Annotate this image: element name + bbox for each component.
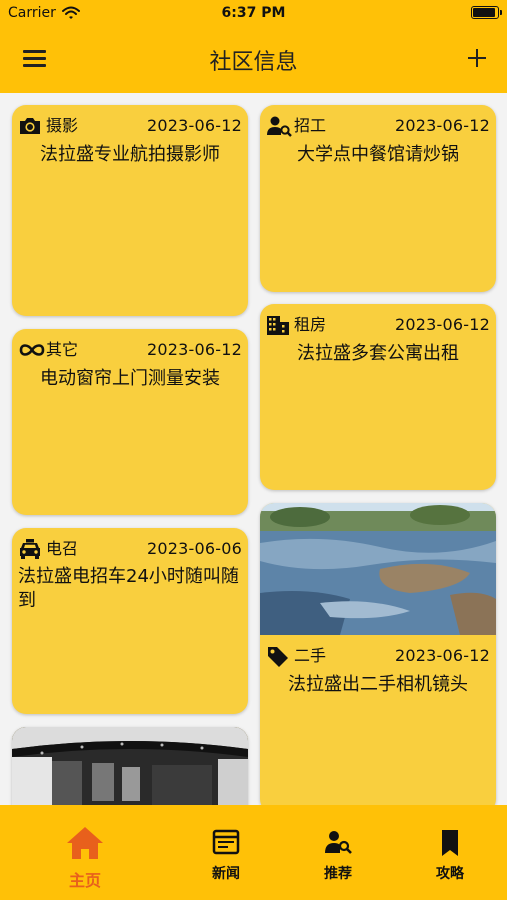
person-search-icon (324, 829, 352, 859)
category-label: 二手 (294, 646, 327, 665)
building-icon (266, 314, 292, 336)
category-label: 招工 (294, 116, 327, 135)
infinity-icon (18, 339, 45, 361)
tab-label: 攻略 (436, 866, 464, 882)
post-title: 大学点中餐馆请炒锅 (297, 144, 459, 165)
post-title: 法拉盛电招车24小时随叫随到 (18, 566, 239, 611)
tab-news[interactable]: 新闻 (176, 805, 276, 900)
person-search-icon (266, 115, 292, 137)
category-label: 电召 (46, 539, 79, 558)
post-title: 法拉盛专业航拍摄影师 (40, 144, 220, 165)
tab-recommend[interactable]: 推荐 (288, 805, 388, 900)
post-card[interactable]: 招工 2023-06-12 大学点中餐馆请炒锅 (260, 105, 496, 292)
river-photo (260, 503, 496, 635)
camera-icon (18, 115, 44, 137)
home-icon (65, 825, 105, 865)
post-feed[interactable]: 摄影 2023-06-12 法拉盛专业航拍摄影师 招工 2023-06-12 大… (0, 93, 507, 805)
category-label: 摄影 (46, 116, 79, 135)
add-post-button[interactable] (467, 48, 487, 68)
tab-home[interactable]: 主页 (35, 805, 135, 900)
post-title: 电动窗帘上门测量安装 (40, 368, 220, 389)
taxi-icon (18, 538, 44, 560)
status-time: 6:37 PM (221, 5, 286, 21)
post-card[interactable]: 电召 2023-06-06 法拉盛电招车24小时随叫随到 (12, 528, 248, 714)
tab-label: 新闻 (212, 866, 240, 882)
post-date: 2023-06-06 (147, 539, 242, 558)
category-label: 租房 (294, 315, 327, 334)
post-date: 2023-06-12 (395, 315, 490, 334)
bookmark-icon (439, 829, 461, 861)
post-title: 法拉盛多套公寓出租 (297, 343, 459, 364)
post-card[interactable]: 租房 2023-06-12 法拉盛多套公寓出租 (260, 304, 496, 490)
news-icon (212, 829, 240, 859)
post-card[interactable]: 其它 2023-06-12 电动窗帘上门测量安装 (12, 329, 248, 515)
post-card[interactable]: 摄影 2023-06-12 法拉盛专业航拍摄影师 (12, 105, 248, 316)
tab-guide[interactable]: 攻略 (400, 805, 500, 900)
category-label: 其它 (46, 340, 79, 359)
post-card[interactable] (12, 727, 248, 805)
post-date: 2023-06-12 (395, 646, 490, 665)
page-title: 社区信息 (209, 50, 298, 75)
post-date: 2023-06-12 (147, 116, 242, 135)
tag-icon (266, 645, 292, 667)
post-date: 2023-06-12 (147, 340, 242, 359)
status-bar: Carrier 6:37 PM (0, 0, 507, 28)
interior-photo (12, 727, 248, 805)
post-title: 法拉盛出二手相机镜头 (288, 674, 468, 695)
post-card[interactable]: 二手 2023-06-12 法拉盛出二手相机镜头 (260, 503, 496, 805)
tab-label: 推荐 (324, 866, 352, 882)
battery-icon (471, 6, 502, 19)
top-bar: Carrier 6:37 PM 社区信息 (0, 0, 507, 93)
post-date: 2023-06-12 (395, 116, 490, 135)
bottom-tab-bar: 主页 新闻 推荐 攻略 (0, 805, 507, 900)
tab-label: 主页 (68, 871, 101, 890)
